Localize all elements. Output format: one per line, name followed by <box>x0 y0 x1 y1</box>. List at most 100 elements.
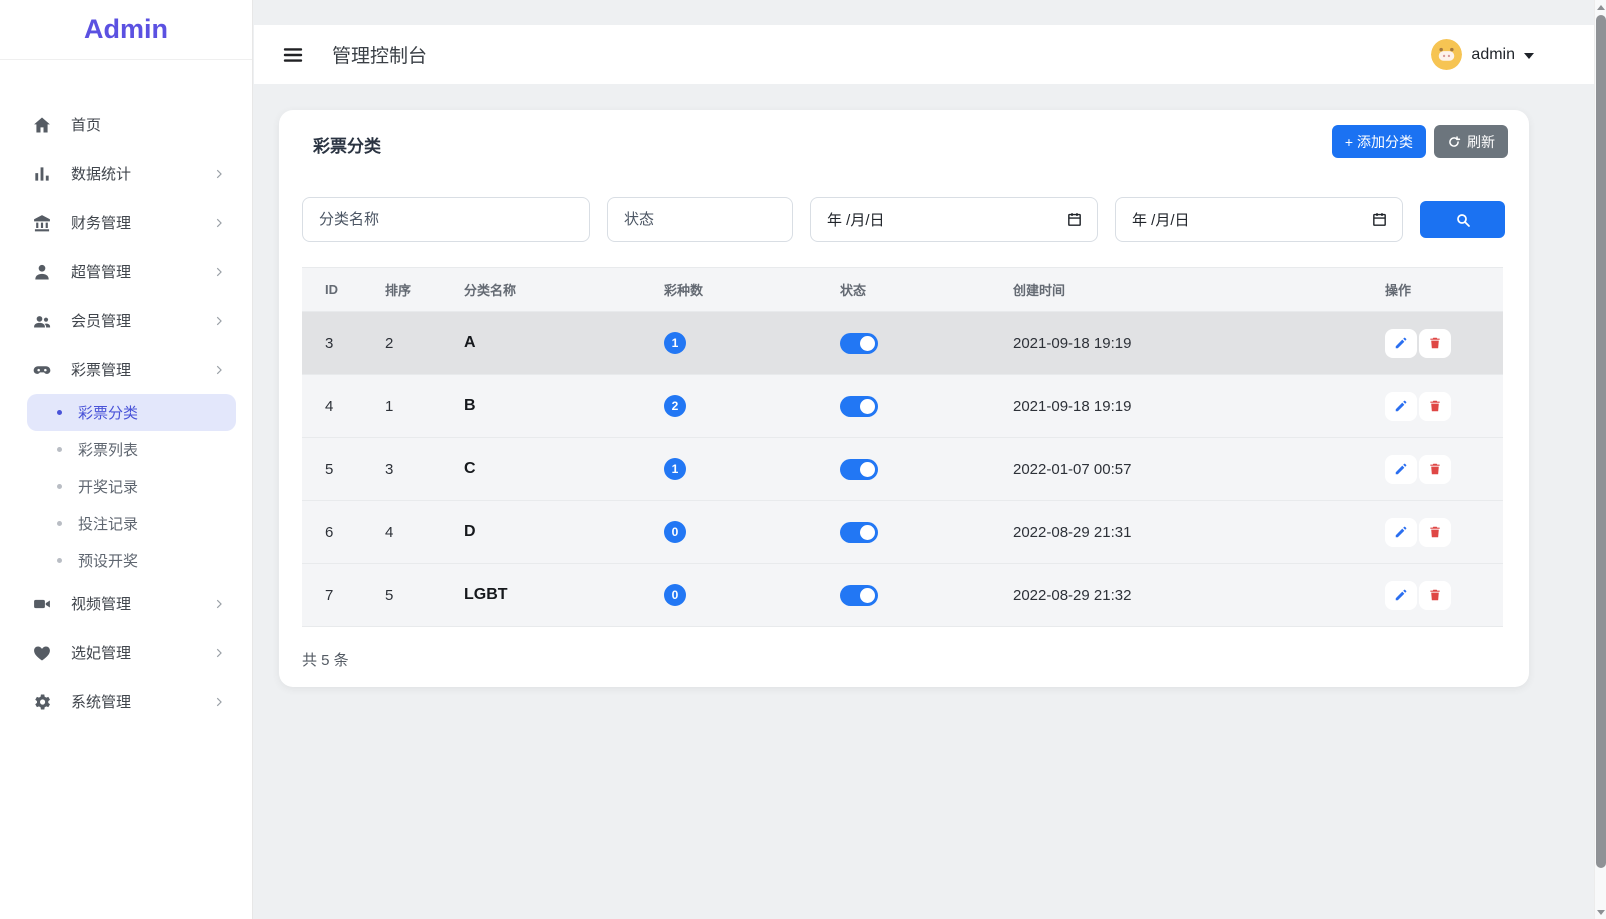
username-label: admin <box>1471 45 1515 63</box>
scrollbar-thumb[interactable] <box>1596 15 1606 868</box>
delete-button[interactable] <box>1419 517 1451 547</box>
sidebar-subitem-2[interactable]: 彩票列表 <box>27 431 236 468</box>
sidebar-item-9[interactable]: 系统管理 <box>0 677 252 726</box>
cell-sort: 3 <box>362 461 441 478</box>
scroll-up-arrow-icon[interactable] <box>1595 0 1606 14</box>
vertical-scrollbar[interactable] <box>1594 0 1606 919</box>
delete-button[interactable] <box>1419 580 1451 610</box>
cell-created-at-value: 2021-09-18 19:19 <box>1013 397 1132 415</box>
count-badge: 2 <box>664 395 686 417</box>
cell-id: 3 <box>302 335 362 352</box>
cell-id-value: 3 <box>325 334 334 352</box>
toggle-knob <box>860 587 875 603</box>
status-toggle[interactable] <box>840 395 878 417</box>
page-title: 管理控制台 <box>332 46 428 67</box>
cell-name: D <box>441 523 641 541</box>
sidebar-item-5[interactable]: 会员管理 <box>0 296 252 345</box>
user-menu[interactable]: admin <box>1431 39 1534 70</box>
table-row: 3 2 A 1 2021-09-18 19:19 <box>302 312 1503 375</box>
edit-button[interactable] <box>1385 454 1417 484</box>
sidebar-item-3[interactable]: 财务管理 <box>0 198 252 247</box>
delete-button[interactable] <box>1419 391 1451 421</box>
hamburger-menu-icon[interactable] <box>282 44 304 66</box>
sidebar-item-6[interactable]: 彩票管理 <box>0 345 252 394</box>
sidebar-item-label: 首页 <box>71 117 102 134</box>
status-toggle[interactable] <box>840 521 878 543</box>
cell-lottery-count: 0 <box>641 584 817 606</box>
sidebar-subitem-1[interactable]: 彩票分类 <box>27 394 236 431</box>
sidebar-item-7[interactable]: 视频管理 <box>0 579 252 628</box>
status-input[interactable] <box>607 197 793 242</box>
column-header: 状态 <box>840 283 867 298</box>
cell-actions <box>1362 391 1503 421</box>
scroll-down-arrow-icon[interactable] <box>1595 905 1606 919</box>
row-actions <box>1385 391 1503 421</box>
cell-status <box>817 521 990 543</box>
status-toggle[interactable] <box>840 458 878 480</box>
delete-button[interactable] <box>1419 454 1451 484</box>
calendar-icon[interactable] <box>1066 211 1083 228</box>
toggle-knob <box>860 461 875 477</box>
cell-name: A <box>441 334 641 352</box>
cell-id: 6 <box>302 524 362 541</box>
cell-name-value: B <box>464 397 476 414</box>
category-name-input[interactable] <box>302 197 590 242</box>
add-category-button[interactable]: + 添加分类 <box>1331 125 1426 158</box>
cell-created-at: 2021-09-18 19:19 <box>990 398 1362 415</box>
cell-sort-value: 5 <box>385 586 394 604</box>
cell-name: B <box>441 397 641 415</box>
edit-button[interactable] <box>1385 517 1417 547</box>
sidebar-subitem-3[interactable]: 开奖记录 <box>27 468 236 505</box>
edit-button[interactable] <box>1385 328 1417 358</box>
bullet-icon <box>57 521 62 526</box>
cell-created-at: 2022-08-29 21:32 <box>990 587 1362 604</box>
status-toggle[interactable] <box>840 584 878 606</box>
search-icon <box>1456 213 1470 227</box>
pig-avatar-icon <box>1431 39 1463 70</box>
table-row: 7 5 LGBT 0 2022-08-29 21:32 <box>302 564 1503 627</box>
sidebar-item-label: 超管管理 <box>71 264 132 281</box>
toggle-knob <box>860 335 875 351</box>
count-badge: 0 <box>664 584 686 606</box>
cell-status <box>817 458 990 480</box>
bullet-icon <box>57 447 62 452</box>
count-badge: 0 <box>664 521 686 543</box>
date-from-input[interactable]: 年 /月/日 <box>810 197 1098 242</box>
chevron-right-icon <box>212 314 226 328</box>
sidebar-item-label: 数据统计 <box>71 166 132 183</box>
cell-status <box>817 584 990 606</box>
sidebar-item-label: 视频管理 <box>71 596 132 613</box>
delete-button[interactable] <box>1419 328 1451 358</box>
sidebar-item-2[interactable]: 数据统计 <box>0 149 252 198</box>
toggle-knob <box>860 524 875 540</box>
search-button[interactable] <box>1420 201 1505 238</box>
card-header-buttons: + 添加分类 刷新 <box>1331 125 1508 158</box>
count-badge: 1 <box>664 458 686 480</box>
count-badge: 1 <box>664 332 686 354</box>
calendar-icon[interactable] <box>1371 211 1388 228</box>
edit-button[interactable] <box>1385 580 1417 610</box>
sidebar-subitem-5[interactable]: 预设开奖 <box>27 542 236 579</box>
cell-status <box>817 395 990 417</box>
sidebar-item-4[interactable]: 超管管理 <box>0 247 252 296</box>
chevron-right-icon <box>212 363 226 377</box>
sidebar-item-label: 财务管理 <box>71 215 132 232</box>
app-logo: Admin <box>0 0 252 60</box>
chevron-right-icon <box>212 695 226 709</box>
edit-button[interactable] <box>1385 391 1417 421</box>
content-card: 彩票分类 + 添加分类 刷新 年 /月/日 年 /月/日 ID 排序 分类名称 彩种数… <box>279 110 1529 687</box>
table-body: 3 2 A 1 2021-09-18 19:19 4 1 B 2 2021-09-18 19:19… <box>302 312 1503 627</box>
topbar: 管理控制台 admin <box>254 25 1594 84</box>
cell-sort-value: 2 <box>385 334 394 352</box>
sidebar-subitem-4[interactable]: 投注记录 <box>27 505 236 542</box>
status-toggle[interactable] <box>840 332 878 354</box>
sidebar-item-8[interactable]: 选妃管理 <box>0 628 252 677</box>
column-header: 排序 <box>385 283 412 298</box>
refresh-button[interactable]: 刷新 <box>1434 125 1508 158</box>
toggle-knob <box>860 398 875 414</box>
cell-actions <box>1362 517 1503 547</box>
cell-id: 5 <box>302 461 362 478</box>
date-to-input[interactable]: 年 /月/日 <box>1115 197 1403 242</box>
sidebar-item-1[interactable]: 首页 <box>0 100 252 149</box>
cell-sort: 1 <box>362 398 441 415</box>
